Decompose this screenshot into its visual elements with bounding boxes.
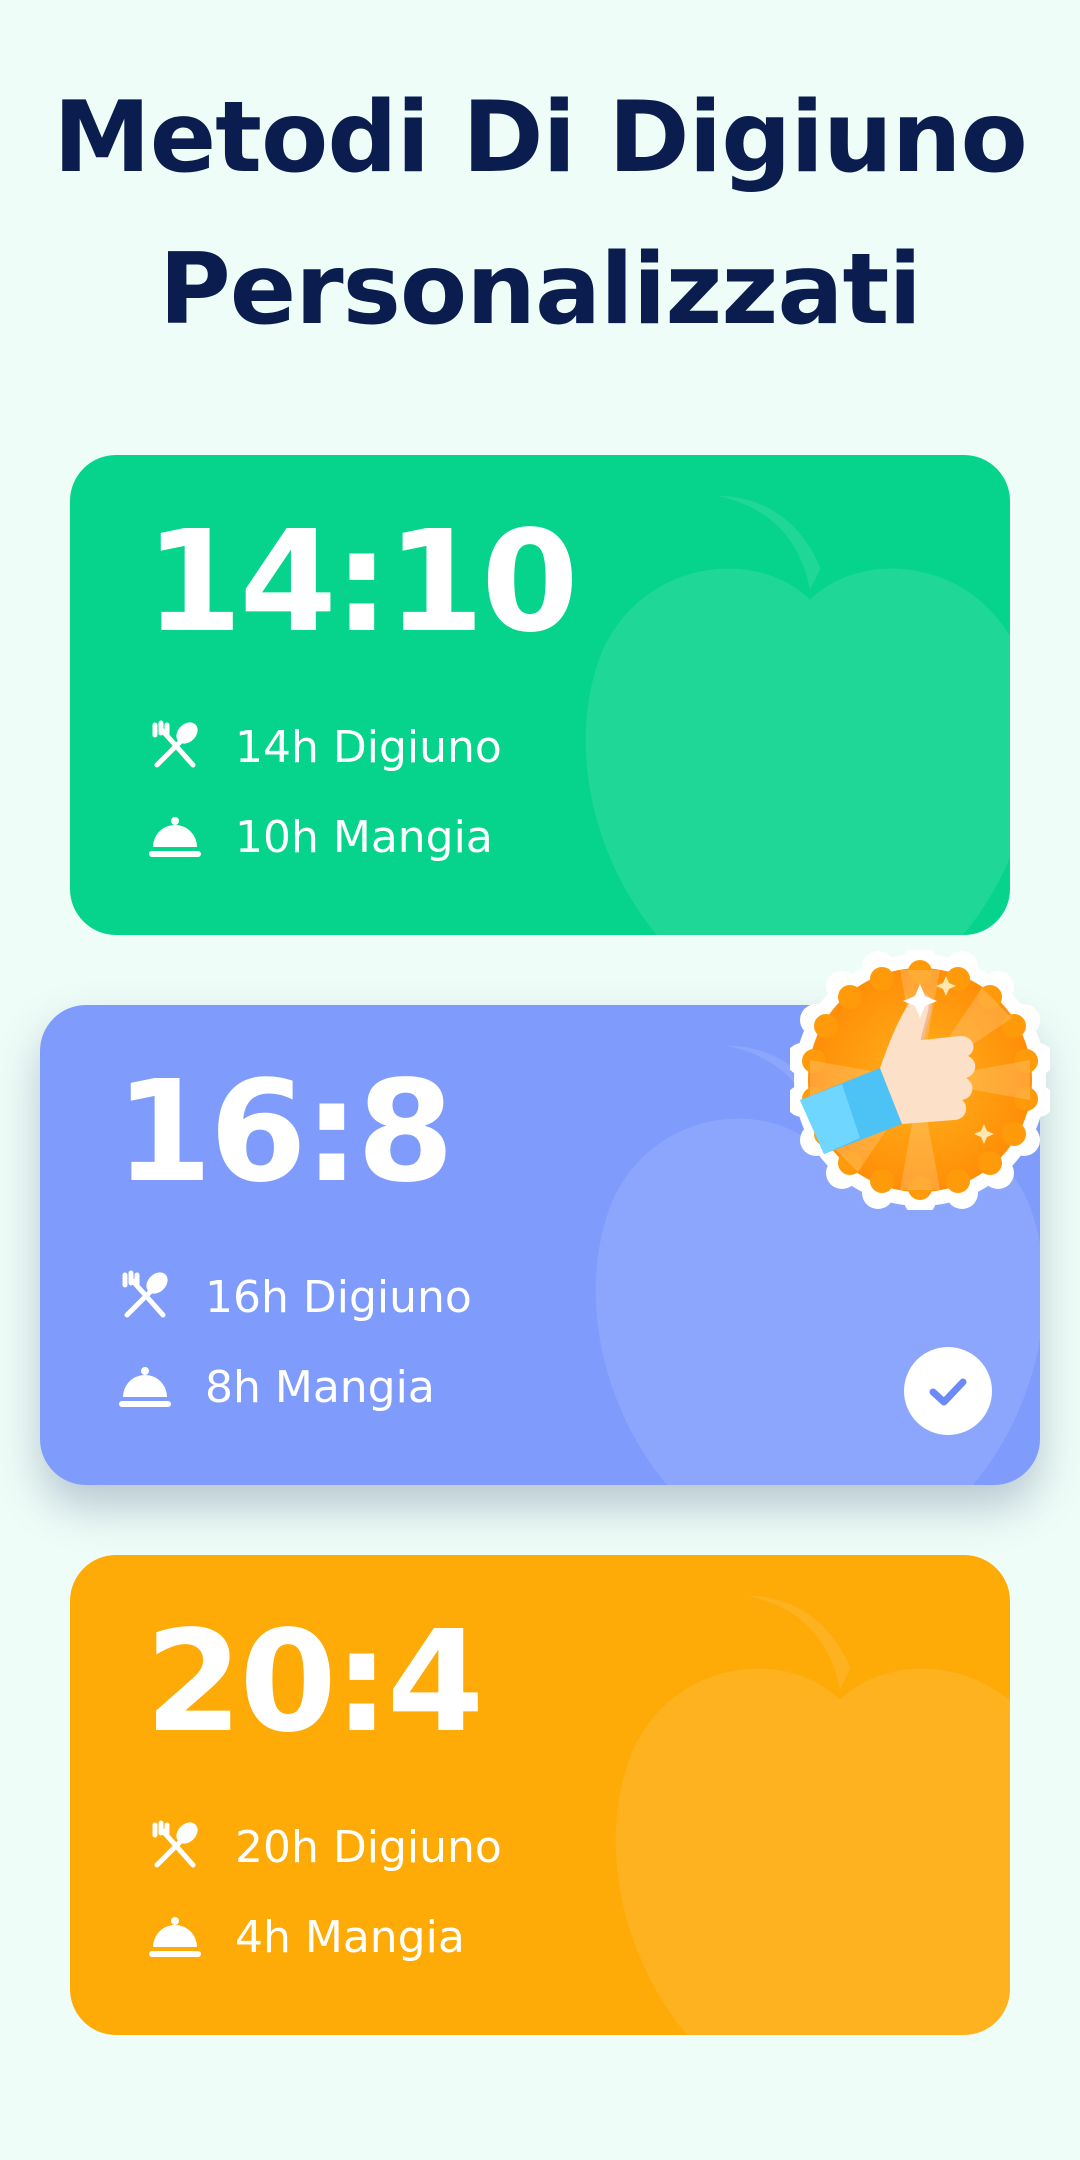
fasting-hours-row: 16h Digiuno — [115, 1267, 472, 1327]
page-title: Metodi Di Digiuno Personalizzati — [0, 62, 1080, 366]
apple-icon — [615, 1595, 1010, 2035]
cloche-icon — [145, 807, 205, 867]
fasting-hours-label: 16h Digiuno — [205, 1271, 472, 1323]
plan-ratio: 20:4 — [145, 1601, 484, 1764]
eating-hours-label: 8h Mangia — [205, 1361, 435, 1413]
plan-card-20-4[interactable]: 20:4 20h Digiuno 4h Mangia — [70, 1555, 1010, 2035]
cloche-icon — [145, 1907, 205, 1967]
fasting-hours-label: 20h Digiuno — [235, 1821, 502, 1873]
fork-spoon-crossed-icon — [115, 1267, 175, 1327]
fasting-hours-row: 14h Digiuno — [145, 717, 502, 777]
plan-card-14-10[interactable]: 14:10 14h Digiuno 10h Mangia — [70, 455, 1010, 935]
cloche-icon — [115, 1357, 175, 1417]
fasting-hours-row: 20h Digiuno — [145, 1817, 502, 1877]
check-icon — [929, 1378, 967, 1406]
selected-check[interactable] — [904, 1347, 992, 1435]
fork-spoon-crossed-icon — [145, 717, 205, 777]
fasting-hours-label: 14h Digiuno — [235, 721, 502, 773]
page-title-line-1: Metodi Di Digiuno — [53, 81, 1028, 195]
thumbs-up-badge-icon — [790, 950, 1050, 1210]
eating-hours-label: 10h Mangia — [235, 811, 493, 863]
page-title-line-2: Personalizzati — [158, 233, 922, 347]
apple-icon — [585, 495, 1010, 935]
plan-ratio: 14:10 — [145, 501, 579, 664]
eating-hours-row: 4h Mangia — [145, 1907, 465, 1967]
plan-ratio: 16:8 — [115, 1051, 454, 1214]
eating-hours-row: 10h Mangia — [145, 807, 493, 867]
eating-hours-label: 4h Mangia — [235, 1911, 465, 1963]
eating-hours-row: 8h Mangia — [115, 1357, 435, 1417]
fork-spoon-crossed-icon — [145, 1817, 205, 1877]
